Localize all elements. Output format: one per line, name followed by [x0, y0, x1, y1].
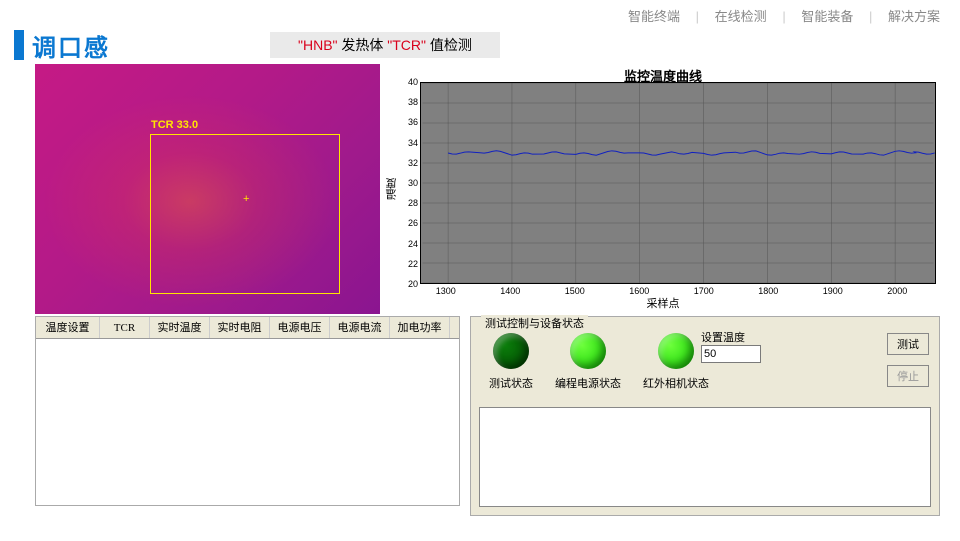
log-output[interactable]	[479, 407, 931, 507]
xtick: 1900	[823, 286, 843, 296]
led-label: 编程电源状态	[555, 375, 621, 391]
top-nav: 智能终端 | 在线检测 | 智能装备 | 解决方案	[0, 0, 960, 30]
accent-bar	[14, 30, 24, 60]
ytick: 40	[404, 77, 418, 87]
xtick: 1400	[500, 286, 520, 296]
led-indicator: 编程电源状态	[555, 333, 621, 391]
nav-item-solution[interactable]: 解决方案	[888, 9, 940, 24]
subtitle: "HNB" 发热体 "TCR" 值检测	[270, 32, 500, 58]
subtitle-suffix: 值检测	[426, 37, 472, 53]
page-header: 调口感 "HNB" 发热体 "TCR" 值检测	[0, 30, 960, 60]
nav-sep2: |	[782, 9, 785, 24]
ytick: 30	[404, 178, 418, 188]
xtick: 1300	[436, 286, 456, 296]
col-header[interactable]: 电源电流	[330, 317, 390, 338]
ytick: 34	[404, 138, 418, 148]
ytick: 32	[404, 158, 418, 168]
stop-button[interactable]: 停止	[887, 365, 929, 387]
subtitle-hnb: "HNB"	[298, 37, 338, 53]
chart-xlabel: 采样点	[386, 295, 940, 311]
ytick: 28	[404, 198, 418, 208]
led-icon	[658, 333, 694, 369]
control-panel: 测试控制与设备状态 测试状态 编程电源状态 红外相机状态 设置温度 测试 停止	[470, 316, 940, 516]
nav-item-equip[interactable]: 智能装备	[801, 9, 853, 24]
led-label: 测试状态	[489, 375, 533, 391]
xtick: 1700	[694, 286, 714, 296]
roi-box[interactable]: TCR 33.0	[150, 134, 340, 294]
ytick: 24	[404, 239, 418, 249]
xtick: 1800	[758, 286, 778, 296]
col-header[interactable]: 电源电压	[270, 317, 330, 338]
plot-area[interactable]	[420, 82, 936, 284]
subtitle-tcr: "TCR"	[387, 37, 426, 53]
nav-item-terminal[interactable]: 智能终端	[628, 9, 680, 24]
set-temperature-area: 设置温度	[701, 329, 761, 363]
set-temp-label: 设置温度	[701, 329, 761, 345]
data-table[interactable]: 温度设置TCR实时温度实时电阻电源电压电源电流加电功率	[35, 316, 460, 506]
led-icon	[570, 333, 606, 369]
led-indicator: 红外相机状态	[643, 333, 709, 391]
table-header-row: 温度设置TCR实时温度实时电阻电源电压电源电流加电功率	[36, 317, 459, 339]
xtick: 1500	[565, 286, 585, 296]
col-header[interactable]: 加电功率	[390, 317, 450, 338]
xtick: 1600	[629, 286, 649, 296]
col-header[interactable]: 实时电阻	[210, 317, 270, 338]
nav-sep: |	[696, 9, 699, 24]
temperature-chart[interactable]: 监控温度曲线 温度 采样点 20222426283032343638401300…	[386, 64, 940, 314]
led-label: 红外相机状态	[643, 375, 709, 391]
ytick: 22	[404, 259, 418, 269]
set-temp-input[interactable]	[701, 345, 761, 363]
led-icon	[493, 333, 529, 369]
crosshair-icon: +	[243, 194, 253, 204]
ytick: 38	[404, 97, 418, 107]
ytick: 36	[404, 117, 418, 127]
thermal-image[interactable]: TCR 33.0 +	[35, 64, 380, 314]
col-header[interactable]: TCR	[100, 317, 150, 338]
ytick: 26	[404, 218, 418, 228]
page-title: 调口感	[32, 28, 110, 63]
chart-ylabel: 温度	[384, 178, 400, 200]
nav-sep3: |	[869, 9, 872, 24]
group-label: 测试控制与设备状态	[481, 315, 588, 331]
nav-item-online[interactable]: 在线检测	[715, 9, 767, 24]
xtick: 2000	[887, 286, 907, 296]
subtitle-mid: 发热体	[338, 37, 388, 53]
roi-label: TCR 33.0	[151, 119, 198, 131]
col-header[interactable]: 温度设置	[36, 317, 100, 338]
ytick: 20	[404, 279, 418, 289]
led-indicator: 测试状态	[489, 333, 533, 391]
chart-line	[421, 83, 935, 283]
test-button[interactable]: 测试	[887, 333, 929, 355]
col-header[interactable]: 实时温度	[150, 317, 210, 338]
